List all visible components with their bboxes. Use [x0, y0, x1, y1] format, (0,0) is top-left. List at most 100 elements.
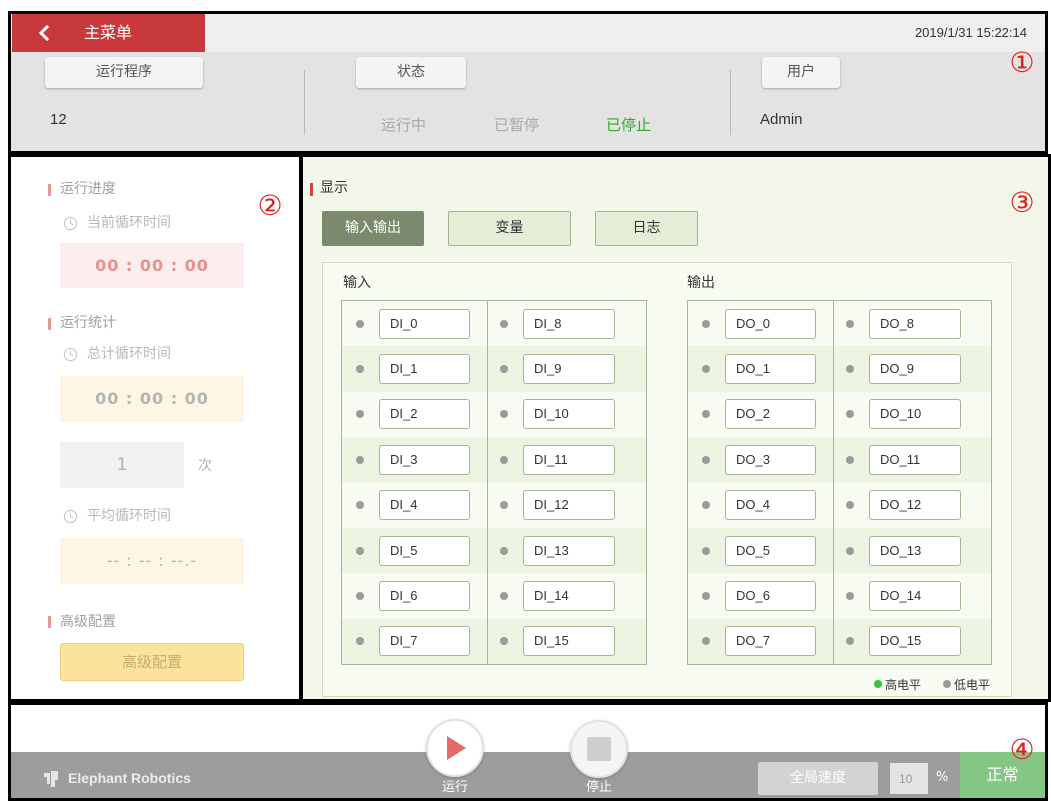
section-marker	[48, 318, 51, 330]
digital-output-field[interactable]: DO_3	[725, 444, 816, 475]
output-signal-row: DO_14	[834, 573, 991, 618]
digital-output-field[interactable]: DO_4	[725, 490, 816, 521]
advanced-config-button[interactable]: 高级配置	[60, 643, 244, 681]
digital-input-field: DI_6	[379, 580, 470, 611]
input-signal-row: DI_2	[342, 392, 487, 437]
stop-label: 停止	[585, 780, 612, 795]
global-speed-button[interactable]: 全局速度	[758, 762, 878, 795]
running-program-label: 运行程序	[45, 57, 203, 88]
digital-input-field: DI_8	[523, 308, 615, 339]
total-cycle-label: 总计循环时间	[87, 346, 171, 362]
legend-high-level: 高电平	[873, 676, 921, 693]
input-signal-row: DI_9	[488, 346, 646, 392]
digital-output-field[interactable]: DO_14	[869, 580, 961, 611]
input-signal-row: DI_5	[342, 527, 487, 574]
digital-input-field: DI_11	[523, 444, 615, 475]
status-header-region: 主菜单 2019/1/31 15:22:14 运行程序 12 状态 运行中 已暂…	[8, 11, 1048, 154]
digital-output-field[interactable]: DO_10	[869, 399, 961, 430]
signal-level-indicator	[846, 637, 854, 646]
clock-icon	[63, 216, 78, 231]
play-icon	[447, 736, 466, 760]
running-program-value: 12	[50, 111, 67, 128]
digital-output-field[interactable]: DO_9	[869, 354, 961, 385]
input-signal-row: DI_12	[488, 483, 646, 528]
digital-output-field[interactable]: DO_6	[725, 580, 816, 611]
global-speed-input[interactable]	[890, 763, 928, 794]
signal-level-indicator	[356, 365, 364, 374]
user-label: 用户	[762, 57, 840, 88]
user-name: Admin	[760, 111, 803, 128]
signal-level-indicator	[500, 319, 508, 328]
signal-level-indicator	[846, 591, 854, 600]
signal-level-indicator	[356, 410, 364, 419]
digital-input-field: DI_1	[379, 354, 470, 385]
tab-variables[interactable]: 变量	[448, 211, 571, 246]
digital-input-field: DI_14	[523, 580, 615, 611]
signal-level-indicator	[500, 455, 508, 464]
digital-output-field[interactable]: DO_1	[725, 354, 816, 385]
digital-output-field[interactable]: DO_7	[725, 626, 816, 657]
annotation-marker-2: ②	[257, 189, 283, 222]
advanced-section-title: 高级配置	[60, 614, 116, 630]
outputs-title: 输出	[687, 275, 715, 291]
input-signal-row: DI_0	[342, 301, 487, 346]
output-signal-row: DO_1	[688, 346, 833, 392]
inputs-title: 输入	[343, 275, 371, 291]
low-level-dot	[942, 680, 951, 688]
signal-level-indicator	[500, 365, 508, 374]
input-signal-row: DI_6	[342, 573, 487, 618]
digital-output-field[interactable]: DO_13	[869, 535, 961, 566]
digital-input-field: DI_3	[379, 444, 470, 475]
stop-button[interactable]	[570, 720, 628, 778]
cycle-count-unit: 次	[198, 458, 212, 474]
input-signal-row: DI_13	[488, 527, 646, 574]
annotation-marker-1: ①	[1009, 46, 1035, 79]
main-menu-button[interactable]: 主菜单	[12, 14, 205, 52]
display-region: 显示 输入输出 变量 日志 ③ 输入 输出 DI_0 DI_1 DI_2 DI_3 DI…	[300, 154, 1051, 702]
signal-level-indicator	[702, 591, 710, 600]
cycle-count: 1	[60, 442, 184, 488]
output-signal-row: DO_15	[834, 618, 991, 664]
signal-level-indicator	[702, 546, 710, 555]
signal-level-indicator	[500, 410, 508, 419]
input-signal-row: DI_10	[488, 392, 646, 437]
high-level-dot	[873, 680, 882, 688]
digital-output-field[interactable]: DO_5	[725, 535, 816, 566]
digital-input-field: DI_15	[523, 626, 615, 657]
output-signal-row: DO_10	[834, 392, 991, 437]
status-running: 运行中	[381, 116, 427, 134]
header-divider	[304, 70, 305, 135]
inputs-column: DI_0 DI_1 DI_2 DI_3 DI_4 DI_5 DI_6 DI_7	[342, 301, 488, 664]
signal-level-indicator	[500, 546, 508, 555]
inputs-column: DI_8 DI_9 DI_10 DI_11 DI_12 DI_13 DI_14 DI_15	[488, 301, 646, 664]
legend-label: 高电平	[884, 677, 921, 692]
output-signal-row: DO_4	[688, 483, 833, 528]
status-label: 状态	[356, 57, 466, 88]
output-signal-row: DO_3	[688, 437, 833, 483]
digital-output-field[interactable]: DO_11	[869, 444, 961, 475]
signal-level-indicator	[702, 637, 710, 646]
annotation-marker-4: ④	[1009, 733, 1035, 766]
status-stopped: 已停止	[606, 116, 652, 134]
signal-level-indicator	[500, 637, 508, 646]
clock-icon	[63, 347, 78, 362]
average-cycle-label: 平均循环时间	[87, 508, 171, 524]
tab-io[interactable]: 输入输出	[322, 211, 424, 246]
progress-section-title: 运行进度	[60, 181, 116, 197]
input-signal-row: DI_4	[342, 483, 487, 528]
input-signal-row: DI_15	[488, 618, 646, 664]
signal-level-indicator	[846, 455, 854, 464]
speed-unit: %	[936, 770, 949, 785]
display-section-title: 显示	[320, 180, 348, 196]
digital-output-field[interactable]: DO_12	[869, 490, 961, 521]
tab-log[interactable]: 日志	[595, 211, 698, 246]
digital-output-field[interactable]: DO_15	[869, 626, 961, 657]
digital-output-field[interactable]: DO_8	[869, 308, 961, 339]
signal-level-indicator	[846, 319, 854, 328]
signal-level-indicator	[702, 410, 710, 419]
run-button[interactable]	[426, 719, 484, 777]
input-signal-row: DI_1	[342, 346, 487, 392]
digital-output-field[interactable]: DO_2	[725, 399, 816, 430]
signal-level-indicator	[702, 365, 710, 374]
digital-output-field[interactable]: DO_0	[725, 308, 816, 339]
